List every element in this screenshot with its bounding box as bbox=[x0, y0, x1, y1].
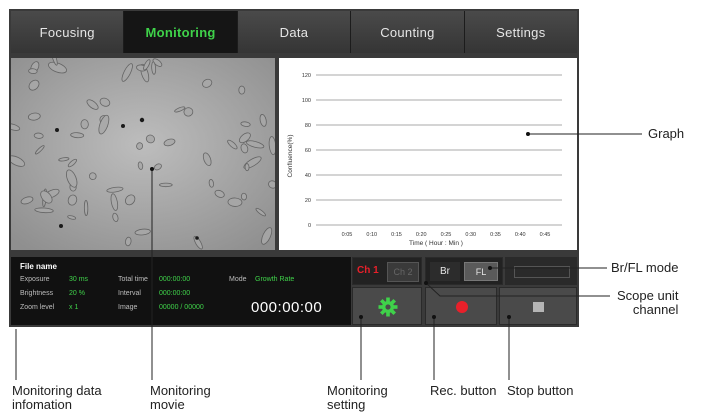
annotation-monitoring-movie: Monitoring movie bbox=[150, 384, 211, 412]
annotation-scope-line2: channel bbox=[632, 302, 679, 317]
annotation-stop-button: Stop button bbox=[507, 383, 574, 398]
annotation-movie-line1: Monitoring bbox=[150, 383, 211, 398]
annotation-mon-data-line2: infomation bbox=[12, 397, 72, 412]
annotation-scope-line1: Scope unit bbox=[617, 288, 679, 303]
annotation-mon-data-line1: Monitoring data bbox=[12, 383, 102, 398]
callout-lines bbox=[15, 132, 642, 380]
annotation-monitoring-data: Monitoring data infomation bbox=[12, 384, 102, 412]
annotation-setting-line1: Monitoring bbox=[327, 383, 388, 398]
annotation-scope-unit: Scope unit channel bbox=[617, 289, 678, 317]
annotation-setting-line2: setting bbox=[327, 397, 366, 412]
annotation-graph: Graph bbox=[648, 126, 685, 141]
annotation-monitoring-setting: Monitoring setting bbox=[327, 384, 388, 412]
annotation-br-fl-mode: Br/FL mode bbox=[611, 260, 679, 275]
annotation-rec-button: Rec. button bbox=[430, 383, 497, 398]
annotation-movie-line2: movie bbox=[150, 397, 185, 412]
